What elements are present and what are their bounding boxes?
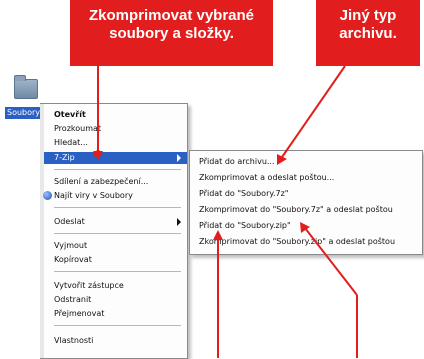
menu-separator: [54, 169, 181, 170]
submenu-item-compress-email[interactable]: Zkomprimovat a odeslat poštou...: [199, 172, 422, 184]
menu-item-search[interactable]: Hledat...: [54, 137, 187, 149]
submenu-item-add-7z[interactable]: Přidat do "Soubory.7z": [199, 188, 422, 200]
submenu-item-compress-7z-email[interactable]: Zkomprimovat do "Soubory.7z" a odeslat p…: [199, 204, 422, 216]
submenu-arrow-icon: [177, 218, 181, 226]
menu-item-7zip-label: 7-Zip: [54, 153, 75, 162]
menu-item-virus-scan[interactable]: Najít viry v Soubory: [43, 190, 187, 202]
arrow-to-add-archive: [279, 65, 346, 161]
menu-item-copy[interactable]: Kopírovat: [54, 254, 187, 266]
antivirus-icon: [43, 191, 52, 200]
menu-left-strip: [40, 104, 44, 358]
submenu-item-add-to-archive[interactable]: Přidat do archivu...: [199, 156, 422, 168]
menu-item-send-to-label: Odeslat: [54, 217, 85, 226]
menu-separator: [54, 233, 181, 234]
menu-item-send-to[interactable]: Odeslat: [54, 216, 187, 228]
callout-other-archive-type: Jiný typ archivu.: [316, 0, 420, 66]
menu-item-explore[interactable]: Prozkoumat: [54, 123, 187, 135]
submenu-arrow-icon: [177, 154, 181, 162]
menu-item-virus-scan-label: Najít viry v Soubory: [54, 191, 133, 200]
menu-separator: [54, 207, 181, 208]
menu-separator: [54, 325, 181, 326]
menu-item-open[interactable]: Otevřít: [54, 109, 187, 121]
submenu-item-compress-zip-email[interactable]: Zkomprimovat do "Soubory.zip" a odeslat …: [199, 236, 422, 248]
submenu-item-add-zip[interactable]: Přidat do "Soubory.zip": [199, 220, 422, 232]
menu-item-7zip[interactable]: 7-Zip: [44, 152, 187, 164]
menu-item-properties[interactable]: Vlastnosti: [54, 335, 187, 347]
menu-item-create-shortcut[interactable]: Vytvořit zástupce: [54, 280, 187, 292]
7zip-submenu: Přidat do archivu... Zkomprimovat a odes…: [189, 150, 423, 255]
menu-item-cut[interactable]: Vyjmout: [54, 240, 187, 252]
menu-separator: [54, 271, 181, 272]
context-menu: Otevřít Prozkoumat Hledat... 7-Zip Sdíle…: [40, 103, 188, 359]
callout-compress-selected: Zkomprimovat vybrané soubory a složky.: [70, 0, 273, 66]
menu-item-rename[interactable]: Přejmenovat: [54, 308, 187, 320]
menu-item-sharing[interactable]: Sdílení a zabezpečení...: [54, 176, 187, 188]
folder-label: Soubory: [5, 107, 43, 119]
folder-icon: [14, 75, 38, 99]
menu-item-delete[interactable]: Odstranit: [54, 294, 187, 306]
